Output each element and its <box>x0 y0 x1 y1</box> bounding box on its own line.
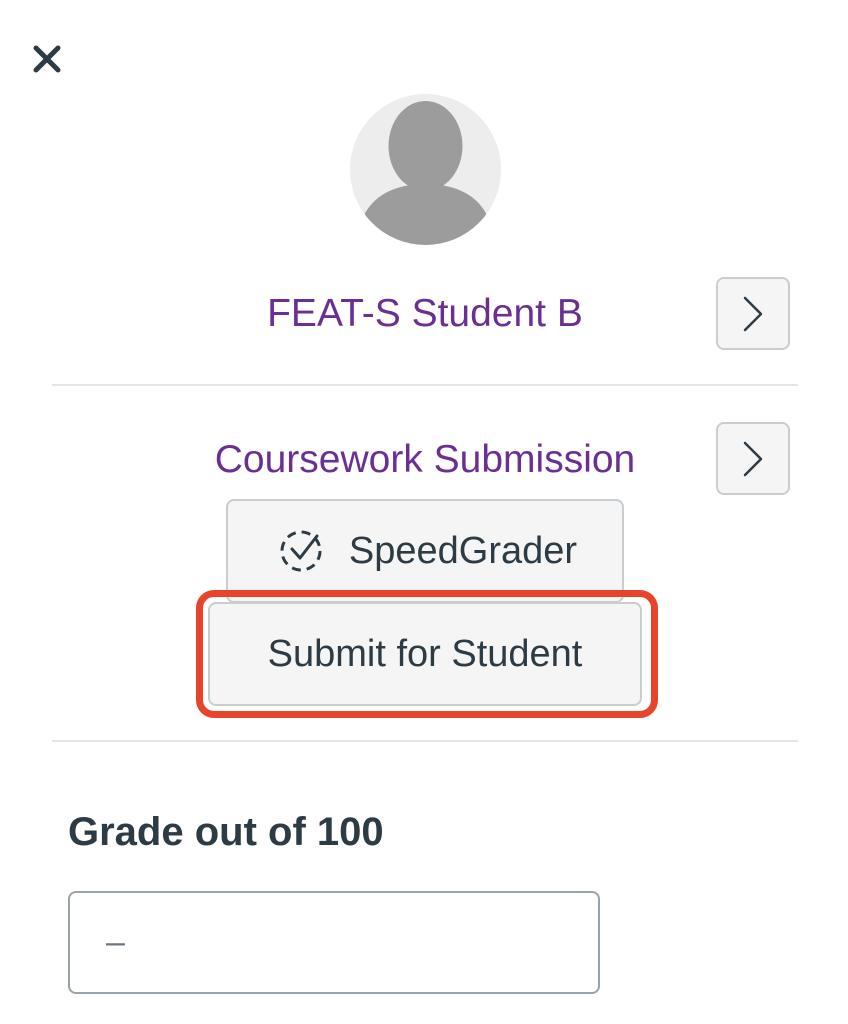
speedgrader-label: SpeedGrader <box>348 529 578 572</box>
speedgrader-check-icon <box>280 530 322 572</box>
close-icon <box>33 45 61 73</box>
assignment-context-button[interactable] <box>716 422 790 495</box>
divider <box>52 384 798 386</box>
close-button[interactable] <box>26 38 68 80</box>
chevron-right-icon <box>743 296 763 331</box>
submit-for-student-button[interactable]: Submit for Student <box>208 602 642 706</box>
student-context-button[interactable] <box>716 277 790 350</box>
student-avatar <box>350 94 501 245</box>
student-name-link[interactable]: FEAT-S Student B <box>52 290 798 338</box>
assignment-name-link[interactable]: Coursework Submission <box>52 436 798 484</box>
submit-for-student-label: Submit for Student <box>267 632 583 675</box>
chevron-right-icon <box>743 441 763 476</box>
divider <box>52 740 798 742</box>
grade-label: Grade out of 100 <box>68 810 384 854</box>
user-silhouette-icon <box>350 94 501 245</box>
speedgrader-button[interactable]: SpeedGrader <box>226 499 624 603</box>
grade-input[interactable] <box>68 891 600 994</box>
student-tray: FEAT-S Student B Coursework Submission S… <box>0 0 848 1024</box>
